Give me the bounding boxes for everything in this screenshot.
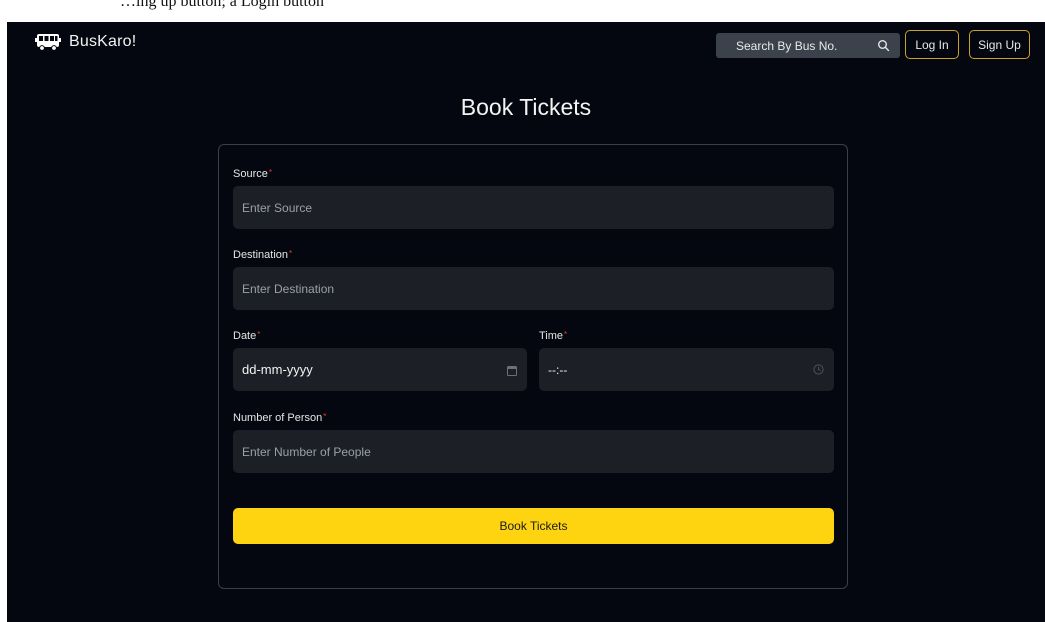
destination-label: Destination* — [233, 249, 292, 261]
people-label-text: Number of Person — [233, 412, 323, 424]
required-marker: * — [323, 412, 327, 421]
bus-search-box[interactable] — [716, 33, 900, 58]
cropped-caption-text: …ing up button; a Login button — [120, 0, 324, 10]
bus-icon — [35, 32, 61, 52]
page-title: Book Tickets — [460, 94, 592, 120]
booking-form: Source* Enter Source Destination* Enter … — [218, 144, 848, 589]
date-value: dd-mm-yyyy — [242, 362, 313, 377]
search-icon[interactable] — [877, 39, 890, 52]
book-tickets-button[interactable]: Book Tickets — [233, 508, 834, 544]
app-window: BusKaro! Log In Sign Up Book Tickets Sou… — [7, 22, 1045, 622]
login-button[interactable]: Log In — [905, 30, 959, 59]
people-label: Number of Person* — [233, 412, 326, 424]
calendar-icon[interactable] — [507, 364, 517, 379]
bus-search-input[interactable] — [716, 38, 876, 53]
time-label: Time* — [539, 330, 567, 342]
date-input[interactable]: dd-mm-yyyy — [233, 348, 527, 391]
destination-label-text: Destination — [233, 249, 289, 261]
signup-button[interactable]: Sign Up — [969, 30, 1030, 59]
time-input[interactable]: --:-- — [539, 348, 834, 391]
people-input[interactable]: Enter Number of People — [233, 430, 834, 473]
source-placeholder: Enter Source — [242, 200, 313, 215]
required-marker: * — [257, 330, 261, 339]
required-marker: * — [289, 249, 293, 258]
source-label: Source* — [233, 168, 272, 180]
source-input[interactable]: Enter Source — [233, 186, 834, 229]
top-cropped-caption: …ing up button; a Login button — [0, 0, 1045, 22]
required-marker: * — [564, 330, 568, 339]
brand[interactable]: BusKaro! — [35, 32, 136, 52]
date-label: Date* — [233, 330, 260, 342]
destination-placeholder: Enter Destination — [242, 281, 335, 296]
people-placeholder: Enter Number of People — [242, 444, 371, 459]
brand-name: BusKaro! — [69, 33, 137, 50]
clock-icon[interactable] — [813, 364, 824, 378]
source-label-text: Source — [233, 168, 268, 180]
time-value: --:-- — [548, 362, 568, 377]
destination-input[interactable]: Enter Destination — [233, 267, 834, 310]
required-marker: * — [268, 168, 272, 177]
time-label-text: Time — [539, 330, 564, 342]
date-label-text: Date — [233, 330, 257, 342]
